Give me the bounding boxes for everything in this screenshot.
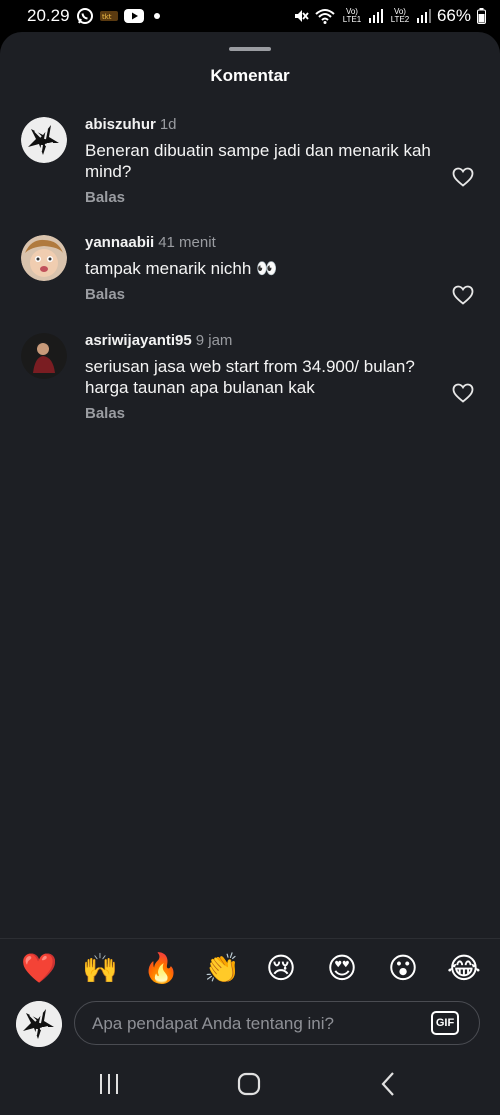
- emoji-heart-eyes-button[interactable]: 😍: [326, 953, 358, 985]
- comment-username[interactable]: asriwijayanti95: [85, 332, 192, 349]
- battery-icon: [477, 8, 486, 24]
- whatsapp-icon: [76, 7, 94, 25]
- signal-icon: [368, 9, 383, 23]
- app-icon: tkt: [99, 9, 118, 23]
- drag-handle[interactable]: [229, 47, 271, 51]
- status-time: 20.29: [27, 6, 70, 25]
- emoji-quick-bar: ❤️ 🙌 🔥 👏 😢 😍 😮 😂: [0, 938, 500, 999]
- comment-text: tampak menarik nichh 👀: [85, 259, 278, 278]
- home-icon[interactable]: [234, 1070, 264, 1098]
- comment-input-placeholder: Apa pendapat Anda tentang ini?: [92, 1014, 334, 1033]
- comment-time: 9 jam: [195, 332, 233, 349]
- like-heart-icon[interactable]: [452, 167, 474, 187]
- comment-username[interactable]: yannaabii: [85, 234, 154, 251]
- mute-icon: [293, 8, 309, 24]
- avatar: [16, 1001, 62, 1047]
- comment-input[interactable]: Apa pendapat Anda tentang ini? GIF: [74, 1001, 480, 1045]
- battery-percent: 66%: [436, 6, 471, 25]
- signal-icon: [416, 9, 431, 23]
- avatar[interactable]: [21, 333, 67, 379]
- reply-button[interactable]: Balas: [85, 405, 435, 422]
- emoji-crying-button[interactable]: 😢: [265, 953, 297, 985]
- like-heart-icon[interactable]: [452, 285, 474, 305]
- wifi-icon: [315, 8, 335, 24]
- youtube-icon: [123, 9, 144, 23]
- comment-username[interactable]: abiszuhur: [85, 116, 156, 133]
- comments-sheet: Komentar abiszuhur 1d Beneran dibuatin sa…: [0, 32, 500, 1052]
- emoji-surprised-button[interactable]: 😮: [387, 953, 419, 985]
- gif-button[interactable]: GIF: [431, 1011, 459, 1035]
- emoji-clap-button[interactable]: 👏: [204, 953, 240, 985]
- comment-time: 41 menit: [158, 234, 216, 251]
- back-icon[interactable]: [374, 1070, 404, 1098]
- sim1-label: Vo) LTE1: [342, 7, 362, 24]
- status-bar: 20.29 tkt Vo) LTE1 Vo) LTE2 66%: [0, 0, 500, 34]
- sheet-title: Komentar: [210, 66, 290, 85]
- avatar[interactable]: [21, 235, 67, 281]
- emoji-laughing-button[interactable]: 😂: [447, 953, 481, 985]
- notification-dot: [153, 13, 160, 19]
- avatar[interactable]: [21, 117, 67, 163]
- reply-button[interactable]: Balas: [85, 286, 435, 303]
- comment-text: Beneran dibuatin sampe jadi dan menarik …: [85, 141, 431, 181]
- emoji-raised-hands-button[interactable]: 🙌: [82, 953, 118, 985]
- system-nav-bar: [0, 1052, 500, 1115]
- sim2-label: Vo) LTE2: [390, 7, 410, 24]
- comment-composer: Apa pendapat Anda tentang ini? GIF: [0, 998, 500, 1052]
- comment-text: seriusan jasa web start from 34.900/ bul…: [85, 357, 415, 397]
- reply-button[interactable]: Balas: [85, 189, 435, 206]
- recents-icon[interactable]: [94, 1070, 124, 1098]
- svg-text:tkt: tkt: [102, 13, 112, 21]
- emoji-heart-button[interactable]: ❤️: [21, 953, 57, 985]
- emoji-fire-button[interactable]: 🔥: [143, 953, 179, 985]
- comment-time: 1d: [159, 116, 177, 133]
- like-heart-icon[interactable]: [452, 383, 474, 403]
